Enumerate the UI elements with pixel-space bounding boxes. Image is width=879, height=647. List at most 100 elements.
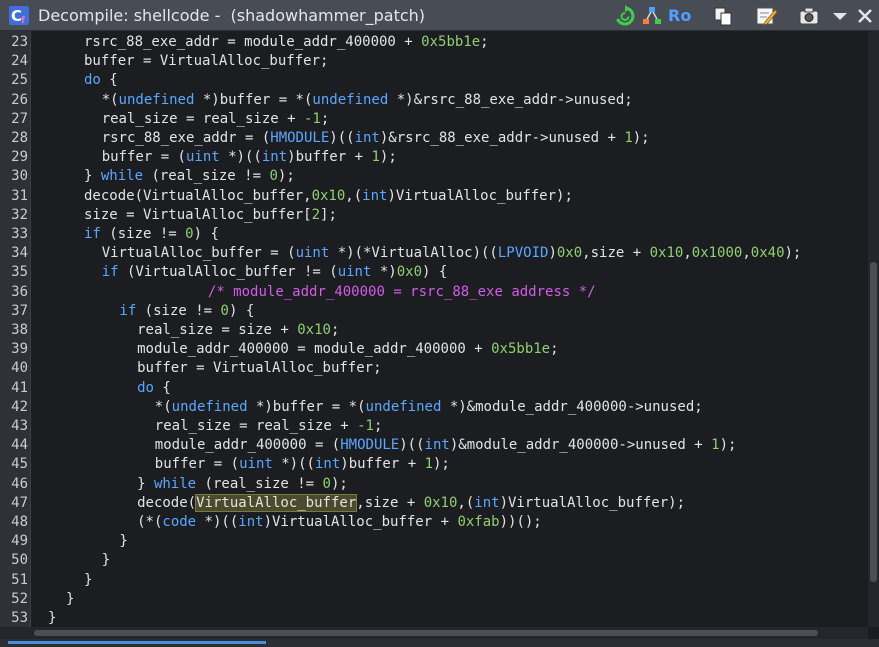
code-text[interactable]: module_addr_400000 = module_addr_400000 … xyxy=(137,340,558,359)
code-line[interactable]: 27 real_size = real_size + -1; xyxy=(0,110,868,129)
code-line[interactable]: 50} xyxy=(0,551,868,570)
code-line[interactable]: 30 } while (real_size != 0); xyxy=(0,167,868,186)
line-number: 38 xyxy=(11,322,28,338)
code-text[interactable]: if (size != 0) { xyxy=(84,225,219,244)
code-line[interactable]: 35 if (VirtualAlloc_buffer != (uint *)0x0… xyxy=(0,263,868,282)
code-line[interactable]: 53} xyxy=(0,609,868,628)
code-text[interactable]: buffer = (uint *)((int)buffer + 1); xyxy=(155,455,450,474)
vertical-scrollbar[interactable] xyxy=(868,31,879,627)
code-line[interactable]: 39 module_addr_400000 = module_addr_40000… xyxy=(0,340,868,359)
code-text[interactable]: } while (real_size != 0); xyxy=(137,475,348,494)
close-icon[interactable] xyxy=(854,5,876,27)
line-number: 36 xyxy=(11,283,28,300)
code-line[interactable]: 36 /* module_addr_400000 = rsrc_88_exe ad… xyxy=(0,283,868,302)
code-line[interactable]: 46 } while (real_size != 0); xyxy=(0,475,868,494)
code-line[interactable]: 40 buffer = VirtualAlloc_buffer; xyxy=(0,359,868,378)
line-number: 37 xyxy=(11,302,28,319)
code-text[interactable]: decode(VirtualAlloc_buffer,size + 0x10,(… xyxy=(137,493,685,513)
code-text[interactable]: rsrc_88_exe_addr = module_addr_400000 + … xyxy=(84,33,489,52)
line-number: 44 xyxy=(11,437,28,454)
code-line[interactable]: 45 buffer = (uint *)((int)buffer + 1); xyxy=(0,455,868,474)
edit-icon[interactable] xyxy=(755,5,777,27)
code-text[interactable]: } while (real_size != 0); xyxy=(84,167,295,186)
horizontal-scroll-thumb[interactable] xyxy=(34,630,818,636)
decompile-window: C f Decompile: shellcode - (shadowhammer… xyxy=(0,0,879,647)
svg-text:f: f xyxy=(21,16,25,25)
code-text[interactable]: decode(VirtualAlloc_buffer,0x10,(int)Vir… xyxy=(84,187,573,206)
menu-dropdown-icon[interactable] xyxy=(829,5,851,27)
line-number: 52 xyxy=(11,590,28,607)
line-number: 43 xyxy=(11,418,28,434)
horizontal-scrollbar[interactable] xyxy=(0,627,868,639)
refresh-icon[interactable] xyxy=(614,5,636,27)
code-line[interactable]: 28 rsrc_88_exe_addr = (HMODULE)((int)&rsr… xyxy=(0,129,868,148)
code-text[interactable]: (*(code *)((int)VirtualAlloc_buffer + 0x… xyxy=(137,513,542,532)
line-number: 29 xyxy=(11,149,28,166)
code-line[interactable]: 33 if (size != 0) { xyxy=(0,225,868,244)
code-line[interactable]: 41 do { xyxy=(0,379,868,398)
line-number: 45 xyxy=(11,456,28,473)
code-text[interactable]: *(undefined *)buffer = *(undefined *)&mo… xyxy=(155,398,703,417)
vertical-scroll-thumb[interactable] xyxy=(870,262,877,582)
code-line[interactable]: 38 real_size = size + 0x10; xyxy=(0,321,868,340)
line-number: 30 xyxy=(11,168,28,185)
line-number: 39 xyxy=(11,341,28,358)
code-text[interactable]: } xyxy=(102,551,110,570)
code-line[interactable]: 47 decode(VirtualAlloc_buffer,size + 0x10… xyxy=(0,493,868,513)
decompiler-code-view[interactable]: 23 rsrc_88_exe_addr = module_addr_400000 … xyxy=(0,31,868,627)
line-number: 47 xyxy=(11,494,28,511)
code-text[interactable]: buffer = (uint *)((int)buffer + 1); xyxy=(102,148,397,167)
function-graph-icon[interactable] xyxy=(641,5,663,27)
copy-icon[interactable] xyxy=(712,5,734,27)
code-line[interactable]: 43 real_size = real_size + -1; xyxy=(0,417,868,436)
code-line[interactable]: 34 VirtualAlloc_buffer = (uint *)(*Virtua… xyxy=(0,244,868,263)
code-text[interactable]: do { xyxy=(137,379,171,398)
code-line[interactable]: 25 do { xyxy=(0,71,868,90)
code-line[interactable]: 52} xyxy=(0,590,868,609)
code-line[interactable]: 51} xyxy=(0,571,868,590)
line-number: 27 xyxy=(11,110,28,127)
code-text[interactable]: buffer = VirtualAlloc_buffer; xyxy=(137,359,381,378)
line-number: 46 xyxy=(11,475,28,492)
line-number: 49 xyxy=(11,533,28,550)
code-text[interactable]: rsrc_88_exe_addr = (HMODULE)((int)&rsrc_… xyxy=(102,129,650,148)
code-line[interactable]: 29 buffer = (uint *)((int)buffer + 1); xyxy=(0,148,868,167)
read-only-toggle[interactable]: Ro xyxy=(668,6,691,25)
code-text[interactable]: module_addr_400000 = (HMODULE)((int)&mod… xyxy=(155,436,737,455)
line-number: 26 xyxy=(11,91,28,108)
code-text[interactable]: buffer = VirtualAlloc_buffer; xyxy=(84,52,328,71)
code-line[interactable]: 42 *(undefined *)buffer = *(undefined *)&… xyxy=(0,398,868,417)
code-text[interactable]: /* module_addr_400000 = rsrc_88_exe addr… xyxy=(208,283,596,302)
code-text[interactable]: VirtualAlloc_buffer = (uint *)(*VirtualA… xyxy=(102,244,802,263)
code-text[interactable]: } xyxy=(48,609,56,628)
code-line[interactable]: 31 decode(VirtualAlloc_buffer,0x10,(int)V… xyxy=(0,187,868,206)
line-number: 31 xyxy=(11,187,28,204)
code-line[interactable]: 23 rsrc_88_exe_addr = module_addr_400000 … xyxy=(0,33,868,52)
code-line[interactable]: 26 *(undefined *)buffer = *(undefined *)&… xyxy=(0,91,868,110)
code-text[interactable]: if (size != 0) { xyxy=(119,302,254,321)
decompiler-c-icon: C f xyxy=(9,6,29,25)
code-text[interactable]: real_size = size + 0x10; xyxy=(137,321,339,340)
code-text[interactable]: real_size = real_size + -1; xyxy=(155,417,383,436)
code-line[interactable]: 44 module_addr_400000 = (HMODULE)((int)&m… xyxy=(0,436,868,455)
code-line[interactable]: 48 (*(code *)((int)VirtualAlloc_buffer + … xyxy=(0,513,868,532)
snapshot-camera-icon[interactable] xyxy=(798,5,820,27)
code-line[interactable]: 24 buffer = VirtualAlloc_buffer; xyxy=(0,52,868,71)
line-number: 48 xyxy=(11,514,28,530)
code-text[interactable]: real_size = real_size + -1; xyxy=(102,110,330,129)
code-text[interactable]: size = VirtualAlloc_buffer[2]; xyxy=(84,206,337,225)
code-text[interactable]: *(undefined *)buffer = *(undefined *)&rs… xyxy=(102,91,633,110)
line-number: 28 xyxy=(11,130,28,146)
code-text[interactable]: } xyxy=(119,532,127,551)
code-text[interactable]: if (VirtualAlloc_buffer != (uint *)0x0) … xyxy=(102,263,448,282)
line-number: 42 xyxy=(11,398,28,415)
code-text[interactable]: } xyxy=(84,571,92,590)
line-number: 35 xyxy=(11,264,28,281)
code-line[interactable]: 32 size = VirtualAlloc_buffer[2]; xyxy=(0,206,868,225)
line-number: 23 xyxy=(11,34,28,50)
code-text[interactable]: do { xyxy=(84,71,118,90)
code-line[interactable]: 49} xyxy=(0,532,868,551)
code-text[interactable]: } xyxy=(66,590,74,609)
code-line[interactable]: 37 if (size != 0) { xyxy=(0,302,868,321)
window-title: Decompile: shellcode - (shadowhammer_pat… xyxy=(38,6,426,25)
